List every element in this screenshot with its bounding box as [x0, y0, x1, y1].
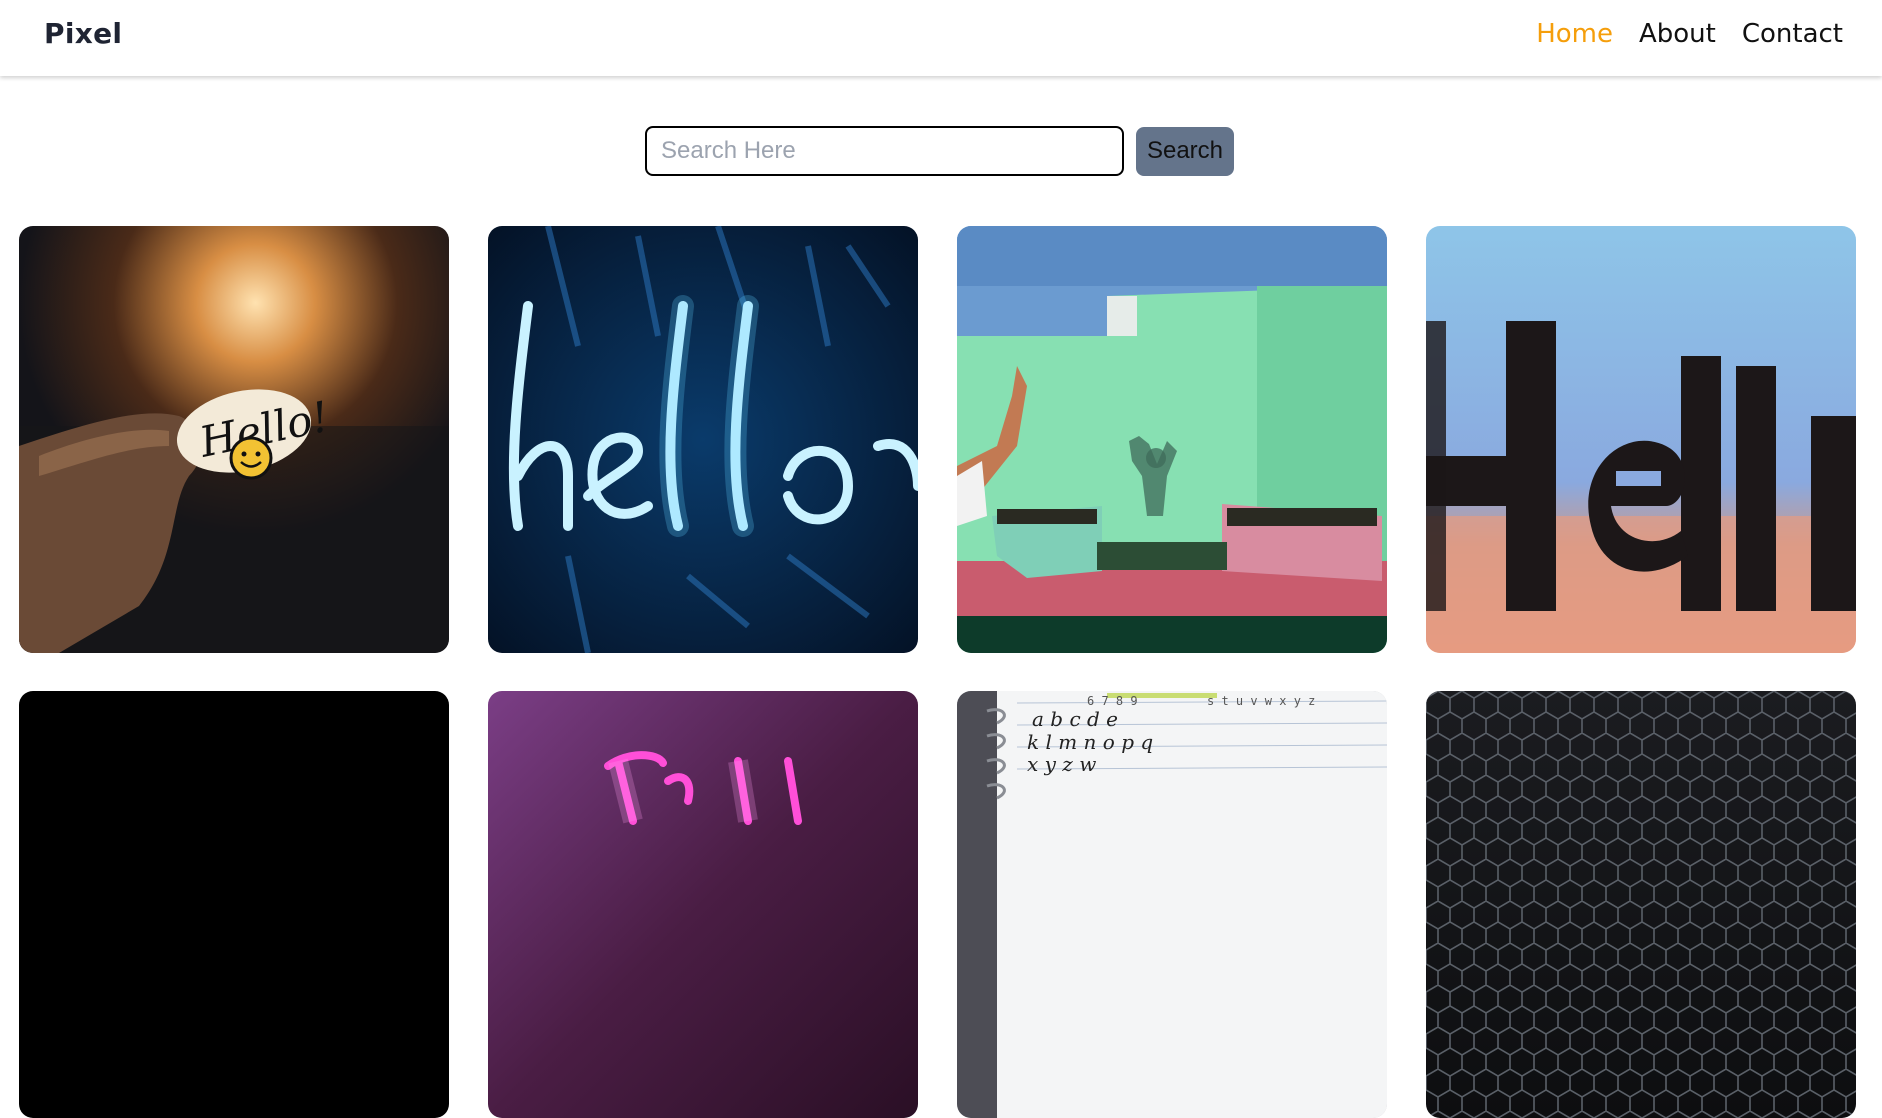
- svg-text:x y z w: x y z w: [1027, 752, 1096, 776]
- svg-text:6 7 8 9: 6 7 8 9: [1087, 694, 1138, 708]
- gallery-image-handwriting-notebook[interactable]: s t u v w x y z 6 7 8 9 a b c d e k l m …: [957, 691, 1387, 1118]
- search-bar: Search: [645, 126, 1234, 176]
- gallery-image-waving-wall[interactable]: [957, 226, 1387, 653]
- logo[interactable]: Pixel: [44, 17, 122, 50]
- gallery-image-hello-sticker[interactable]: Hello!: [19, 226, 449, 653]
- svg-text:a b c d e: a b c d e: [1032, 707, 1118, 731]
- nav-link-home[interactable]: Home: [1536, 19, 1613, 49]
- nav-link-about[interactable]: About: [1639, 19, 1716, 49]
- search-button[interactable]: Search: [1136, 126, 1234, 176]
- gallery-image-hex-mesh[interactable]: [1426, 691, 1856, 1118]
- svg-text:s t u v w x y z: s t u v w x y z: [1207, 694, 1315, 708]
- image-gallery: Hello! s t u v w x y z 6 7 8 9 a b c d e…: [19, 226, 1856, 1118]
- svg-text:k l m n o p q: k l m n o p q: [1027, 730, 1153, 754]
- gallery-image-blurred-hello[interactable]: [1426, 226, 1856, 653]
- search-input[interactable]: [645, 126, 1124, 176]
- navbar: Pixel Home About Contact: [0, 0, 1882, 76]
- nav-links: Home About Contact: [1536, 19, 1843, 49]
- gallery-image-pink-neon[interactable]: [488, 691, 918, 1118]
- nav-link-contact[interactable]: Contact: [1742, 19, 1843, 49]
- gallery-image-neon-hello[interactable]: [488, 226, 918, 653]
- gallery-image-black[interactable]: [19, 691, 449, 1118]
